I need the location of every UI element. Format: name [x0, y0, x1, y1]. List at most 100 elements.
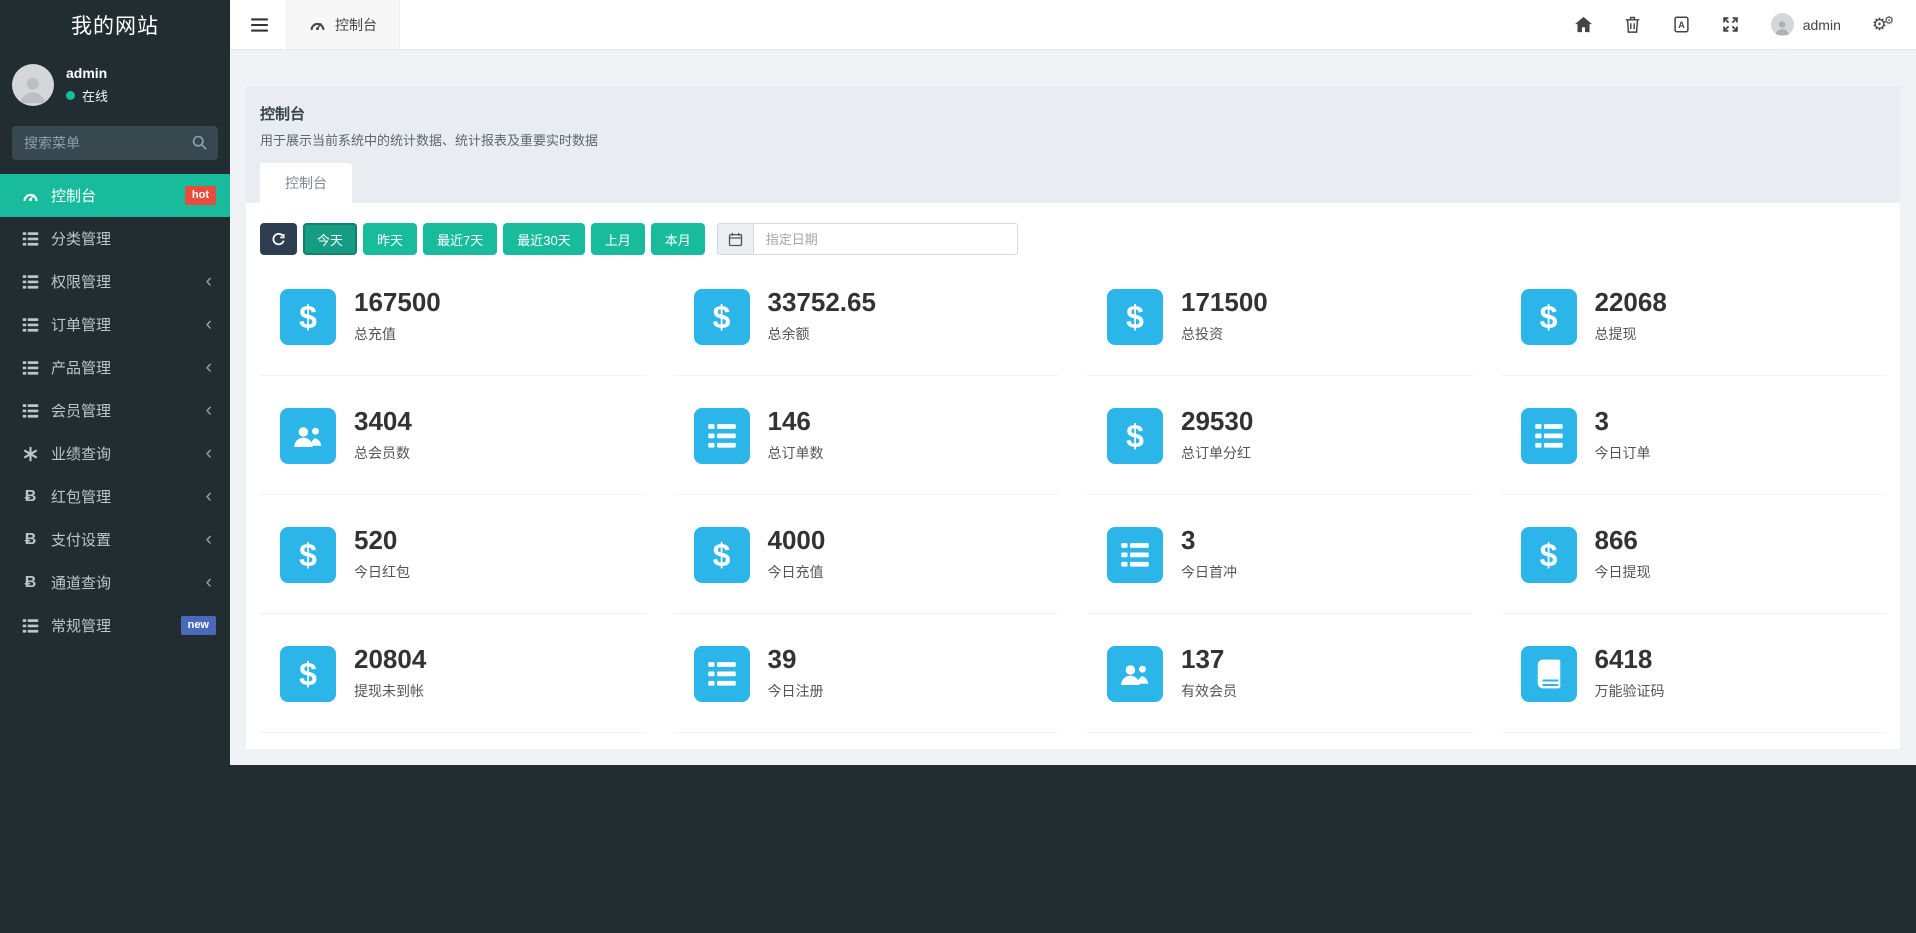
stat-card: 6418万能验证码 [1501, 614, 1887, 733]
btc-icon: Ƀ [21, 574, 40, 591]
list-icon [21, 617, 40, 634]
trash-icon[interactable] [1624, 16, 1642, 34]
filter-yesterday-button[interactable]: 昨天 [363, 223, 417, 255]
filter-row: 今天昨天最近7天最近30天上月本月 [260, 223, 1886, 255]
page-subtitle: 用于展示当前系统中的统计数据、统计报表及重要实时数据 [260, 130, 1886, 149]
stat-label: 总充值 [354, 324, 441, 344]
sidebar-toggle-icon[interactable] [230, 0, 286, 49]
filter-today-button[interactable]: 今天 [303, 223, 357, 255]
stat-value: 4000 [768, 527, 826, 554]
stat-value: 33752.65 [768, 289, 876, 316]
sidebar-item-label: 业绩查询 [51, 443, 111, 464]
dollar-icon: $ [280, 289, 336, 345]
search-input[interactable] [12, 126, 218, 160]
sidebar-item-label: 会员管理 [51, 400, 111, 421]
filter-last-month-button[interactable]: 上月 [591, 223, 645, 255]
sidebar-item-label: 支付设置 [51, 529, 111, 550]
sidebar-item-order[interactable]: 订单管理 ‹ [0, 303, 230, 346]
page-header: 控制台 用于展示当前系统中的统计数据、统计报表及重要实时数据 控制台 [246, 86, 1900, 203]
filter-this-month-button[interactable]: 本月 [651, 223, 705, 255]
list-icon [21, 359, 40, 376]
filter-last7-button[interactable]: 最近7天 [423, 223, 497, 255]
asterisk-icon [21, 445, 40, 462]
sidebar-item-label: 权限管理 [51, 271, 111, 292]
topbar-user[interactable]: admin [1771, 13, 1841, 36]
user-panel: admin 在线 [0, 50, 230, 118]
stat-label: 总订单分红 [1181, 443, 1253, 463]
chevron-left-icon: ‹ [206, 530, 216, 549]
stat-card: $167500 总充值 [260, 257, 646, 376]
topbar-tab-console[interactable]: 控制台 [286, 0, 400, 49]
svg-text:A: A [1679, 20, 1686, 30]
sidebar-item-category[interactable]: 分类管理 [0, 217, 230, 260]
language-icon[interactable]: A [1673, 16, 1691, 34]
sidebar-item-general[interactable]: 常规管理new [0, 604, 230, 647]
stat-card: 137有效会员 [1087, 614, 1473, 733]
dollar-icon: $ [1107, 289, 1163, 345]
filter-last30-button[interactable]: 最近30天 [503, 223, 584, 255]
stat-label: 今日订单 [1595, 443, 1651, 463]
chevron-left-icon: ‹ [206, 315, 216, 334]
main-area: 控制台 A admin ⚙⚙ 控制台 用于展示当前系统中的统计数据、统计报表及重… [230, 0, 1916, 933]
sidebar-item-label: 订单管理 [51, 314, 111, 335]
app-title[interactable]: 我的网站 [0, 0, 230, 50]
list-icon [21, 316, 40, 333]
fullscreen-icon[interactable] [1722, 16, 1740, 34]
stat-label: 今日提现 [1595, 562, 1651, 582]
stat-value: 3404 [354, 408, 412, 435]
sidebar-item-payment[interactable]: Ƀ 支付设置 ‹ [0, 518, 230, 561]
stat-card: 3今日订单 [1501, 376, 1887, 495]
topbar-tab-label: 控制台 [335, 15, 377, 35]
stat-value: 22068 [1595, 289, 1667, 316]
stat-value: 167500 [354, 289, 441, 316]
dollar-icon: $ [694, 289, 750, 345]
topbar-user-name: admin [1803, 17, 1841, 33]
topbar: 控制台 A admin ⚙⚙ [230, 0, 1916, 50]
calendar-icon[interactable] [717, 223, 753, 255]
stat-label: 提现未到帐 [354, 681, 426, 701]
list-icon [21, 230, 40, 247]
list-icon [694, 646, 750, 702]
stat-card: $171500总投资 [1087, 257, 1473, 376]
tab-console[interactable]: 控制台 [260, 163, 352, 203]
list-icon [21, 273, 40, 290]
sidebar-item-member[interactable]: 会员管理‹ [0, 389, 230, 432]
stat-value: 6418 [1595, 646, 1665, 673]
stat-label: 今日首冲 [1181, 562, 1237, 582]
settings-gears-icon[interactable]: ⚙⚙ [1872, 16, 1894, 33]
stat-label: 有效会员 [1181, 681, 1237, 701]
stat-value: 29530 [1181, 408, 1253, 435]
dashboard-icon [309, 18, 326, 32]
home-icon[interactable] [1575, 16, 1593, 34]
sidebar-item-product[interactable]: 产品管理‹ [0, 346, 230, 389]
page-title: 控制台 [260, 103, 1886, 124]
date-input[interactable] [753, 223, 1018, 255]
list-icon [694, 408, 750, 464]
badge-hot: hot [185, 186, 216, 204]
chevron-left-icon: ‹ [206, 487, 216, 506]
dollar-icon: $ [1107, 408, 1163, 464]
content-wrapper: 控制台 用于展示当前系统中的统计数据、统计报表及重要实时数据 控制台 今天昨天最… [230, 50, 1916, 765]
search-icon[interactable] [191, 134, 208, 151]
stat-card: 3今日首冲 [1087, 495, 1473, 614]
online-dot-icon [66, 91, 75, 100]
user-name: admin [66, 65, 108, 81]
users-icon [1107, 646, 1163, 702]
sidebar-item-redpacket[interactable]: Ƀ红包管理‹ [0, 475, 230, 518]
stat-card: 39今日注册 [674, 614, 1060, 733]
sidebar-item-console[interactable]: 控制台hot [0, 174, 230, 217]
dollar-icon: $ [1521, 527, 1577, 583]
stat-card: 3404总会员数 [260, 376, 646, 495]
chevron-left-icon: ‹ [206, 573, 216, 592]
stat-label: 今日充值 [768, 562, 826, 582]
stat-card: $4000今日充值 [674, 495, 1060, 614]
sidebar-item-channel[interactable]: Ƀ通道查询‹ [0, 561, 230, 604]
refresh-button[interactable] [260, 223, 297, 255]
sidebar-item-label: 产品管理 [51, 357, 111, 378]
list-icon [21, 402, 40, 419]
sidebar-item-performance[interactable]: 业绩查询‹ [0, 432, 230, 475]
book-icon [1521, 646, 1577, 702]
sidebar-item-permission[interactable]: 权限管理‹ [0, 260, 230, 303]
btc-icon: Ƀ [21, 531, 40, 548]
stat-label: 总订单数 [768, 443, 824, 463]
